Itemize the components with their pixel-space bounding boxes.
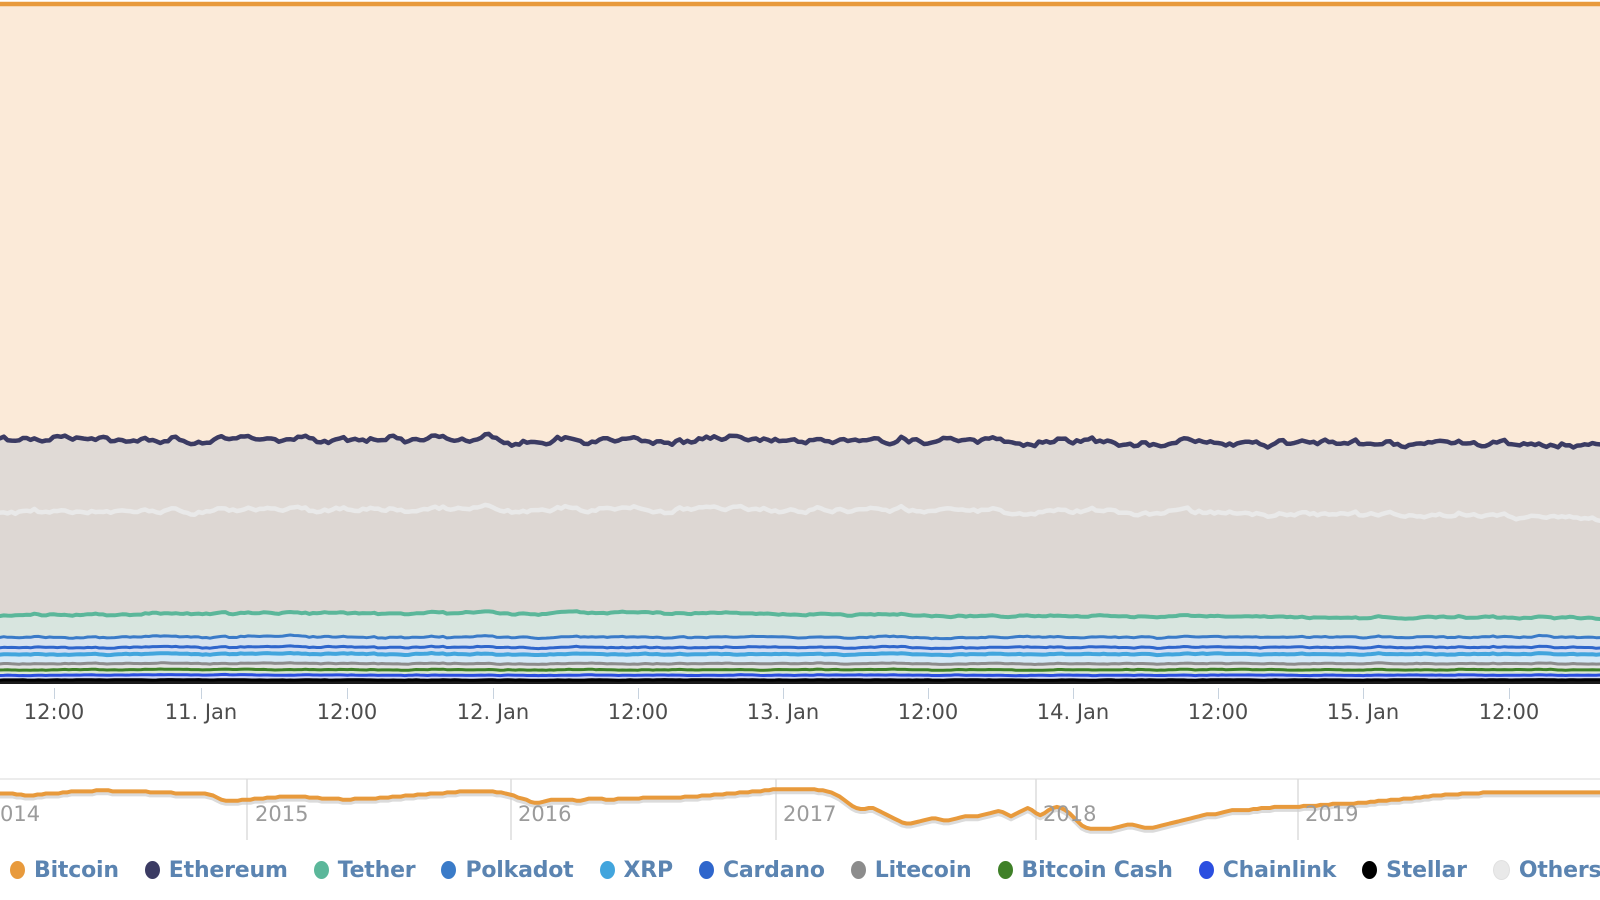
navigator-year-label: 2019 [1305, 802, 1359, 826]
series-line [0, 678, 1600, 682]
chart-legend: Bitcoin Ethereum Tether Polkadot XRP Cardano L… [0, 840, 1600, 900]
legend-color-dot-icon [441, 861, 457, 879]
legend-color-dot-icon [1198, 861, 1214, 879]
series-area [0, 504, 1600, 619]
legend-item-label: Bitcoin [34, 857, 119, 883]
legend-item-bitcoin-cash[interactable]: Bitcoin Cash [997, 857, 1173, 883]
series-stellar[interactable] [0, 678, 1600, 684]
x-axis-tick-mark [928, 688, 929, 699]
legend-item-litecoin[interactable]: Litecoin [850, 857, 972, 883]
legend-item-polkadot[interactable]: Polkadot [441, 857, 574, 883]
legend-item-label: Chainlink [1222, 857, 1337, 883]
legend-item-label: Stellar [1386, 857, 1467, 883]
legend-color-dot-icon [599, 861, 615, 879]
legend-item-label: XRP [623, 857, 674, 883]
x-axis-tick-mark [201, 688, 202, 699]
x-axis-tick-mark [347, 688, 348, 699]
x-axis-tick-label: 12:00 [1187, 700, 1249, 724]
x-axis-tick-mark [493, 688, 494, 699]
x-axis-tick-label: 12:00 [607, 700, 669, 724]
chart-page: 12:00 11. Jan 12:00 12. Jan 12:00 13. Jan 12:0… [0, 0, 1600, 900]
legend-color-dot-icon [698, 861, 714, 879]
legend-item-ethereum[interactable]: Ethereum [144, 857, 288, 883]
legend-color-dot-icon [1362, 861, 1378, 879]
x-axis-tick-label: 12:00 [316, 700, 378, 724]
x-axis-tick-mark [1509, 688, 1510, 699]
series-area [0, 4, 1600, 448]
series-line [0, 661, 1600, 666]
navigator-year-label: 2017 [783, 802, 837, 826]
x-axis-tick-mark [1073, 688, 1074, 699]
legend-item-label: Bitcoin Cash [1021, 857, 1173, 883]
x-axis-tick-label: 12:00 [1478, 700, 1540, 724]
legend-item-bitcoin[interactable]: Bitcoin [10, 858, 119, 883]
series-ethereum[interactable] [0, 431, 1600, 521]
x-axis-tick-label: 11. Jan [164, 700, 238, 724]
x-axis-tick-label: 12. Jan [456, 700, 530, 724]
series-line [0, 667, 1600, 672]
navigator[interactable]: 014 2015 2016 2017 2018 2019 [0, 744, 1600, 840]
legend-color-dot-icon [1492, 860, 1510, 880]
x-axis-tick-mark [1218, 688, 1219, 699]
legend-item-chainlink[interactable]: Chainlink [1198, 857, 1337, 883]
x-axis-tick-label: 15. Jan [1326, 700, 1400, 724]
legend-item-xrp[interactable]: XRP [599, 857, 674, 883]
navigator-year-label: 2016 [518, 802, 572, 826]
legend-item-label: Polkadot [465, 857, 574, 883]
legend-item-stellar[interactable]: Stellar [1362, 858, 1467, 883]
legend-item-label: Ethereum [168, 857, 288, 883]
series-bitcoin[interactable] [0, 1, 1600, 448]
series-area [0, 433, 1600, 521]
navigator-year-label: 2018 [1043, 802, 1097, 826]
x-axis-tick-label: 12:00 [23, 700, 85, 724]
legend-item-cardano[interactable]: Cardano [698, 857, 825, 883]
legend-color-dot-icon [10, 861, 25, 879]
legend-item-tether[interactable]: Tether [313, 857, 416, 883]
legend-item-label: Cardano [722, 857, 825, 883]
series-line [0, 672, 1600, 678]
legend-item-label: Others [1518, 857, 1600, 883]
x-axis-tick-mark [54, 688, 55, 699]
x-axis-tick-mark [783, 688, 784, 699]
series-line [0, 651, 1600, 658]
x-axis-tick-label: 14. Jan [1036, 700, 1110, 724]
x-axis-tick-mark [638, 688, 639, 699]
navigator-year-label: 2015 [255, 802, 309, 826]
navigator-year-label: 014 [0, 802, 41, 826]
series-others[interactable] [0, 502, 1600, 619]
legend-color-dot-icon [850, 861, 866, 879]
x-axis-tick-label: 12:00 [897, 700, 959, 724]
main-chart-svg [0, 0, 1600, 688]
main-stacked-area-chart[interactable] [0, 0, 1600, 688]
legend-color-dot-icon [997, 861, 1013, 879]
x-axis-tick-label: 13. Jan [746, 700, 820, 724]
legend-item-label: Litecoin [874, 857, 972, 883]
legend-item-label: Tether [337, 857, 416, 883]
legend-item-others[interactable]: Others [1492, 857, 1600, 883]
x-axis-tick-mark [1363, 688, 1364, 699]
legend-color-dot-icon [144, 861, 160, 879]
legend-color-dot-icon [313, 861, 329, 879]
x-axis: 12:00 11. Jan 12:00 12. Jan 12:00 13. Jan 12:0… [0, 688, 1600, 738]
